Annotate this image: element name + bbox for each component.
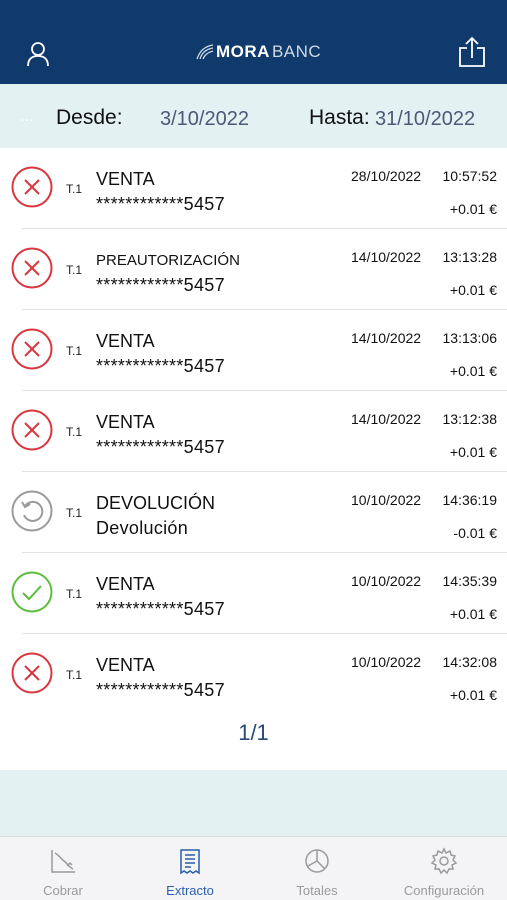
tab-configuracion[interactable]: Configuración [381,837,507,900]
transaction-date: 14/10/2022 [351,330,422,346]
to-date-field[interactable]: 31/10/2022 [375,108,475,131]
transaction-detail: ************5457 [96,275,225,295]
logo-bold: MORA [216,42,270,61]
transaction-time: 10:57:52 [442,168,498,184]
app-header: MORA BANC [0,0,507,84]
terminal-label: T.1 [66,668,83,682]
tab-bar: Cobrar Extracto Totales Configuración [0,836,507,900]
refund-icon [11,490,53,532]
transaction-row[interactable]: T.1 DEVOLUCIÓN Devolución 10/10/2022 14:… [0,472,507,553]
transaction-detail: ************5457 [96,356,225,376]
date-filter-bar: ... Desde: 3/10/2022 Hasta: 31/10/2022 [0,84,507,148]
from-label: Desde: [56,106,123,129]
transaction-amount: +0.01 € [449,606,497,622]
transaction-detail: ************5457 [96,680,225,700]
transaction-time: 14:36:19 [442,492,498,508]
transaction-detail: Devolución [96,518,189,538]
transaction-date: 10/10/2022 [351,573,422,589]
transaction-amount: +0.01 € [449,201,497,217]
tab-label: Totales [296,883,338,898]
transaction-type: VENTA [96,574,155,594]
transaction-row[interactable]: T.1 VENTA ************5457 10/10/2022 14… [0,553,507,634]
filter-ellipsis: ... [20,108,34,125]
from-date-field[interactable]: 3/10/2022 [160,108,249,131]
tab-extracto[interactable]: Extracto [127,837,253,900]
error-x-icon [11,652,53,694]
tab-label: Extracto [166,883,214,898]
tab-cobrar[interactable]: Cobrar [0,837,126,900]
transaction-row[interactable]: T.1 VENTA ************5457 14/10/2022 13… [0,391,507,472]
transaction-detail: ************5457 [96,194,225,214]
error-x-icon [11,409,53,451]
user-icon[interactable] [20,36,56,72]
transaction-list: T.1 VENTA ************5457 28/10/2022 10… [0,148,507,770]
transaction-type: PREAUTORIZACIÓN [96,252,240,269]
transaction-type: VENTA [96,412,155,432]
transaction-amount: +0.01 € [449,282,497,298]
logo-mark-icon [196,44,214,60]
tab-label: Configuración [403,883,485,898]
transaction-time: 13:13:06 [442,330,498,346]
transaction-row[interactable]: T.1 VENTA ************5457 28/10/2022 10… [0,148,507,229]
transaction-type: VENTA [96,655,155,675]
transaction-time: 14:32:08 [442,654,498,670]
tab-label: Cobrar [43,883,83,898]
check-icon [11,571,53,613]
transaction-amount: +0.01 € [449,444,497,460]
transaction-date: 14/10/2022 [351,411,422,427]
transaction-type: VENTA [96,169,155,189]
transaction-amount: +0.01 € [449,363,497,379]
page-indicator: 1/1 [238,720,269,745]
transaction-date: 10/10/2022 [351,492,422,508]
terminal-label: T.1 [66,506,83,520]
tab-totales[interactable]: Totales [254,837,380,900]
gear-icon [430,847,458,875]
transaction-amount: -0.01 € [453,525,497,541]
transaction-row[interactable]: T.1 VENTA ************5457 10/10/2022 14… [0,634,507,715]
transaction-date: 14/10/2022 [351,249,422,265]
to-label: Hasta: [309,106,370,129]
transaction-type: DEVOLUCIÓN [96,493,216,513]
receipt-icon [176,847,204,875]
terminal-label: T.1 [66,263,83,277]
transaction-time: 14:35:39 [442,573,498,589]
terminal-label: T.1 [66,344,83,358]
transaction-time: 13:12:38 [442,411,498,427]
error-x-icon [11,328,53,370]
transaction-amount: +0.01 € [449,687,497,703]
transaction-date: 28/10/2022 [351,168,422,184]
transaction-detail: ************5457 [96,599,225,619]
logo-thin: BANC [271,42,322,61]
transaction-time: 13:13:28 [442,249,498,265]
transaction-type: VENTA [96,331,155,351]
transaction-date: 10/10/2022 [351,654,422,670]
chart-decline-icon [49,847,77,875]
transaction-row[interactable]: T.1 VENTA ************5457 14/10/2022 13… [0,310,507,391]
transaction-row[interactable]: T.1 PREAUTORIZACIÓN ************5457 14/… [0,229,507,310]
pie-chart-icon [303,847,331,875]
morabanc-logo: MORA BANC [196,42,321,62]
error-x-icon [11,247,53,289]
error-x-icon [11,166,53,208]
terminal-label: T.1 [66,425,83,439]
terminal-label: T.1 [66,587,83,601]
transaction-detail: ************5457 [96,437,225,457]
share-icon[interactable] [454,34,490,70]
terminal-label: T.1 [66,182,83,196]
